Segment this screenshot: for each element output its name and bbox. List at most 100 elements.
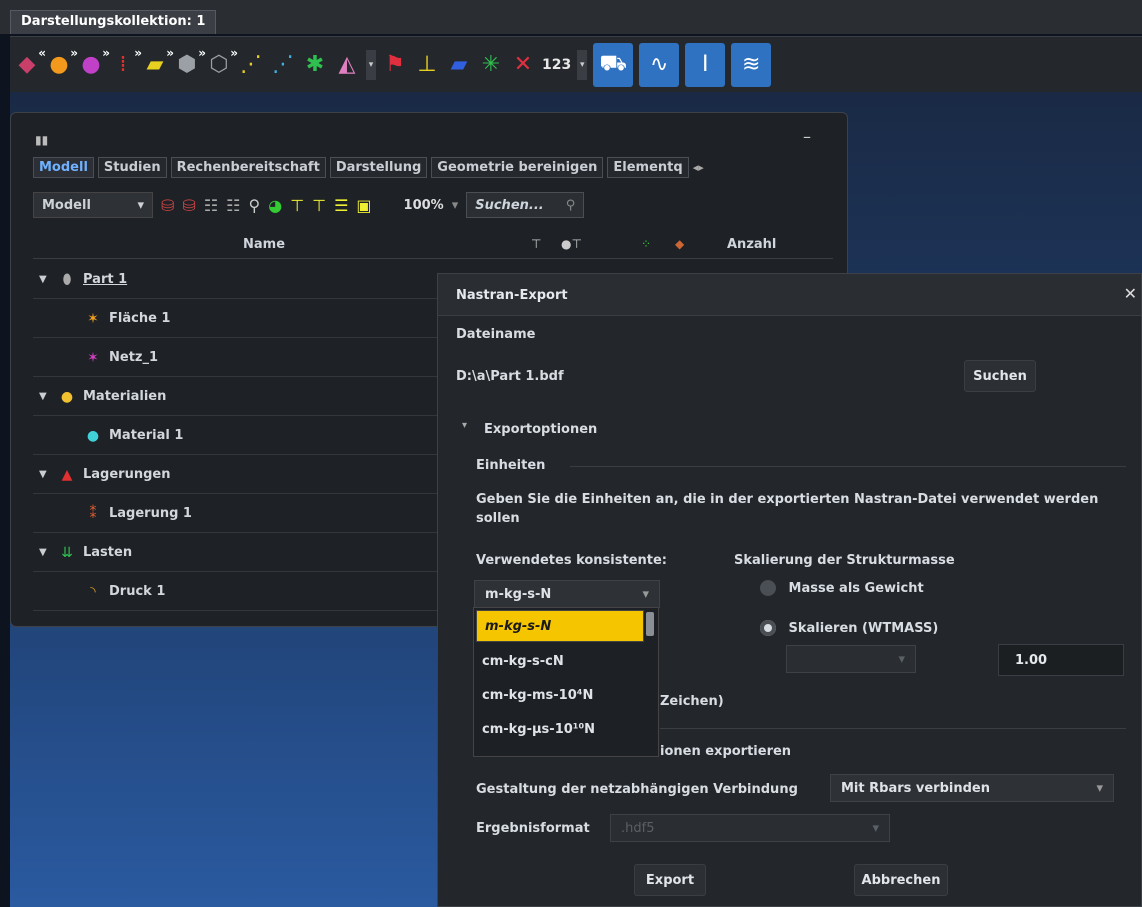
filter-icon[interactable]: ⊤ <box>531 237 541 251</box>
mesh-node-icon[interactable]: ✱ <box>302 50 328 80</box>
scale-unit-select: ▾ <box>786 645 916 673</box>
export-options-label[interactable]: Exportoptionen <box>484 422 597 437</box>
result-format-select: .hdf5 ▾ <box>610 814 890 842</box>
list-icon[interactable]: ☰ <box>334 196 348 215</box>
expand-icon[interactable]: ▼ <box>39 274 55 285</box>
zoom-value[interactable]: 100% <box>404 198 444 213</box>
unit-option[interactable]: cm-kg-ms-10⁴N <box>474 678 658 712</box>
tree-label: Material 1 <box>109 428 184 443</box>
scale-value-input[interactable]: 1.00 <box>998 644 1124 676</box>
layers-icon[interactable]: ≋ <box>731 42 772 87</box>
color-icon[interactable]: ⁘ <box>641 237 651 251</box>
visibility-icon[interactable]: ●⊤ <box>561 237 582 251</box>
tree-label: Lagerungen <box>83 467 171 482</box>
expand-icon[interactable]: ▼ <box>39 391 55 402</box>
divider <box>570 466 1126 467</box>
search-input[interactable]: Suchen... ⚲ <box>466 192 585 218</box>
tab-rechenbereitschaft[interactable]: Rechenbereitschaft <box>170 157 326 178</box>
tree-label: Lagerung 1 <box>109 506 192 521</box>
plane-icon[interactable]: ◭ <box>334 50 360 80</box>
tab-elemente[interactable]: Elementq <box>607 157 689 178</box>
tree-collapse-icon[interactable]: ⊤ <box>290 196 304 215</box>
tab-studien[interactable]: Studien <box>97 157 167 178</box>
add-body-icon[interactable]: ⛁ <box>182 196 195 215</box>
beam-icon[interactable]: Ⅰ <box>685 42 726 87</box>
scrollbar-thumb[interactable] <box>646 612 654 636</box>
unit-option[interactable]: cm-kg-s-cN <box>474 644 658 678</box>
column-count[interactable]: Anzahl <box>727 237 776 252</box>
tree-label: Materialien <box>83 389 167 404</box>
chevron-down-icon[interactable]: ▾ <box>366 49 376 80</box>
mesh-icon: ✶ <box>87 349 99 366</box>
tree-label: Part 1 <box>83 272 128 287</box>
cube-left-icon[interactable]: ◆ « <box>14 46 46 80</box>
filename-value[interactable]: D:\a\Part 1.bdf <box>456 369 564 384</box>
view-icon[interactable]: ⛟ <box>593 42 634 87</box>
surface-eye-icon[interactable]: ▰» <box>142 46 174 80</box>
unit-option[interactable]: m-kg-s-N <box>476 610 644 642</box>
flag-icon[interactable]: ⚑ <box>382 50 408 80</box>
chevron-down-icon[interactable]: ▾ <box>452 198 459 213</box>
cube-eye-icon[interactable]: ⬢» <box>174 46 206 80</box>
search-icon: ⚲ <box>565 197 576 213</box>
nastran-export-dialog: Nastran-Export ✕ Dateiname D:\a\Part 1.b… <box>437 273 1142 907</box>
list-remove-icon[interactable]: ☷ <box>226 196 240 215</box>
dialog-title: Nastran-Export <box>438 274 1141 316</box>
minimize-icon[interactable]: – <box>803 127 811 146</box>
grip-icon[interactable]: ▮▮ <box>35 133 48 147</box>
tab-modell[interactable]: Modell <box>33 157 94 178</box>
cancel-button[interactable]: Abbrechen <box>854 864 948 896</box>
radio-scale-wtmass[interactable]: Skalieren (WTMASS) <box>760 620 938 636</box>
tree-label: Druck 1 <box>109 584 166 599</box>
material-sphere-icon: ● <box>86 427 100 444</box>
browse-button[interactable]: Suchen <box>964 360 1036 392</box>
filter-select[interactable]: Modell ▾ <box>33 192 153 218</box>
collapse-icon[interactable]: ▾ <box>462 420 467 431</box>
close-icon[interactable]: ✕ <box>1124 284 1137 303</box>
point-icon[interactable]: ⋰ <box>238 50 264 80</box>
wire-cube-icon[interactable]: ⬡» <box>206 46 238 80</box>
export-button[interactable]: Export <box>634 864 706 896</box>
line-icon[interactable]: ⋰ <box>270 50 296 80</box>
numbering-label[interactable]: 123 <box>542 57 571 73</box>
unit-option[interactable]: cm-kg-µs-10¹⁰N <box>474 712 658 746</box>
connection-select[interactable]: Mit Rbars verbinden ▾ <box>830 774 1114 802</box>
collection-tab[interactable]: Darstellungskollektion: 1 <box>10 10 217 34</box>
tab-geometrie-bereinigen[interactable]: Geometrie bereinigen <box>431 157 604 178</box>
tab-darstellung[interactable]: Darstellung <box>329 157 428 178</box>
constraints-icon: ▲ <box>61 466 73 483</box>
list-filter-icon[interactable]: ☷ <box>204 196 218 215</box>
units-label: Einheiten <box>476 458 546 473</box>
chevron-down-icon: ▾ <box>898 651 905 667</box>
link-icon[interactable]: ⚲ <box>249 196 261 215</box>
branch-icon[interactable]: ✳ <box>478 50 504 80</box>
partial-label-exportieren: ionen exportieren <box>660 744 792 759</box>
radio-icon[interactable] <box>760 580 776 596</box>
part-badge-icon[interactable]: ▣ <box>356 196 371 215</box>
material-icon[interactable]: ▰ <box>446 50 472 80</box>
radio-selected-icon[interactable] <box>760 620 776 636</box>
axes-icon[interactable]: ⊥ <box>414 50 440 80</box>
surface-icon: ✶ <box>87 310 99 327</box>
cross-icon[interactable]: ✕ <box>510 50 536 80</box>
spring-icon[interactable]: ∿ <box>639 42 680 87</box>
chevron-down-icon: ▾ <box>1096 780 1103 796</box>
purple-sphere-icon[interactable]: ●» <box>78 46 110 80</box>
unit-option[interactable]: mm-kg-ms-kN <box>474 746 658 757</box>
show-icon[interactable]: ◕ <box>268 196 282 215</box>
chevron-down-icon[interactable]: ▾ <box>577 49 588 80</box>
filename-label: Dateiname <box>456 327 536 342</box>
unit-system-select[interactable]: m-kg-s-N ▾ <box>474 580 660 608</box>
material-icon[interactable]: ◆ <box>675 237 684 251</box>
tree-expand-icon[interactable]: ⊤ <box>312 196 326 215</box>
constraint-eye-icon[interactable]: ⁞» <box>110 46 143 80</box>
column-name[interactable]: Name <box>243 237 285 252</box>
tree-label: Netz_1 <box>109 350 159 365</box>
add-part-icon[interactable]: ⛁ <box>161 196 174 215</box>
expand-icon[interactable]: ▼ <box>39 469 55 480</box>
radio-mass-as-weight[interactable]: Masse als Gewicht <box>760 580 924 596</box>
tree-label: Fläche 1 <box>109 311 171 326</box>
sphere-icon[interactable]: ●» <box>46 46 78 80</box>
tab-scroll-icon[interactable]: ◂▸ <box>693 157 704 178</box>
expand-icon[interactable]: ▼ <box>39 547 55 558</box>
